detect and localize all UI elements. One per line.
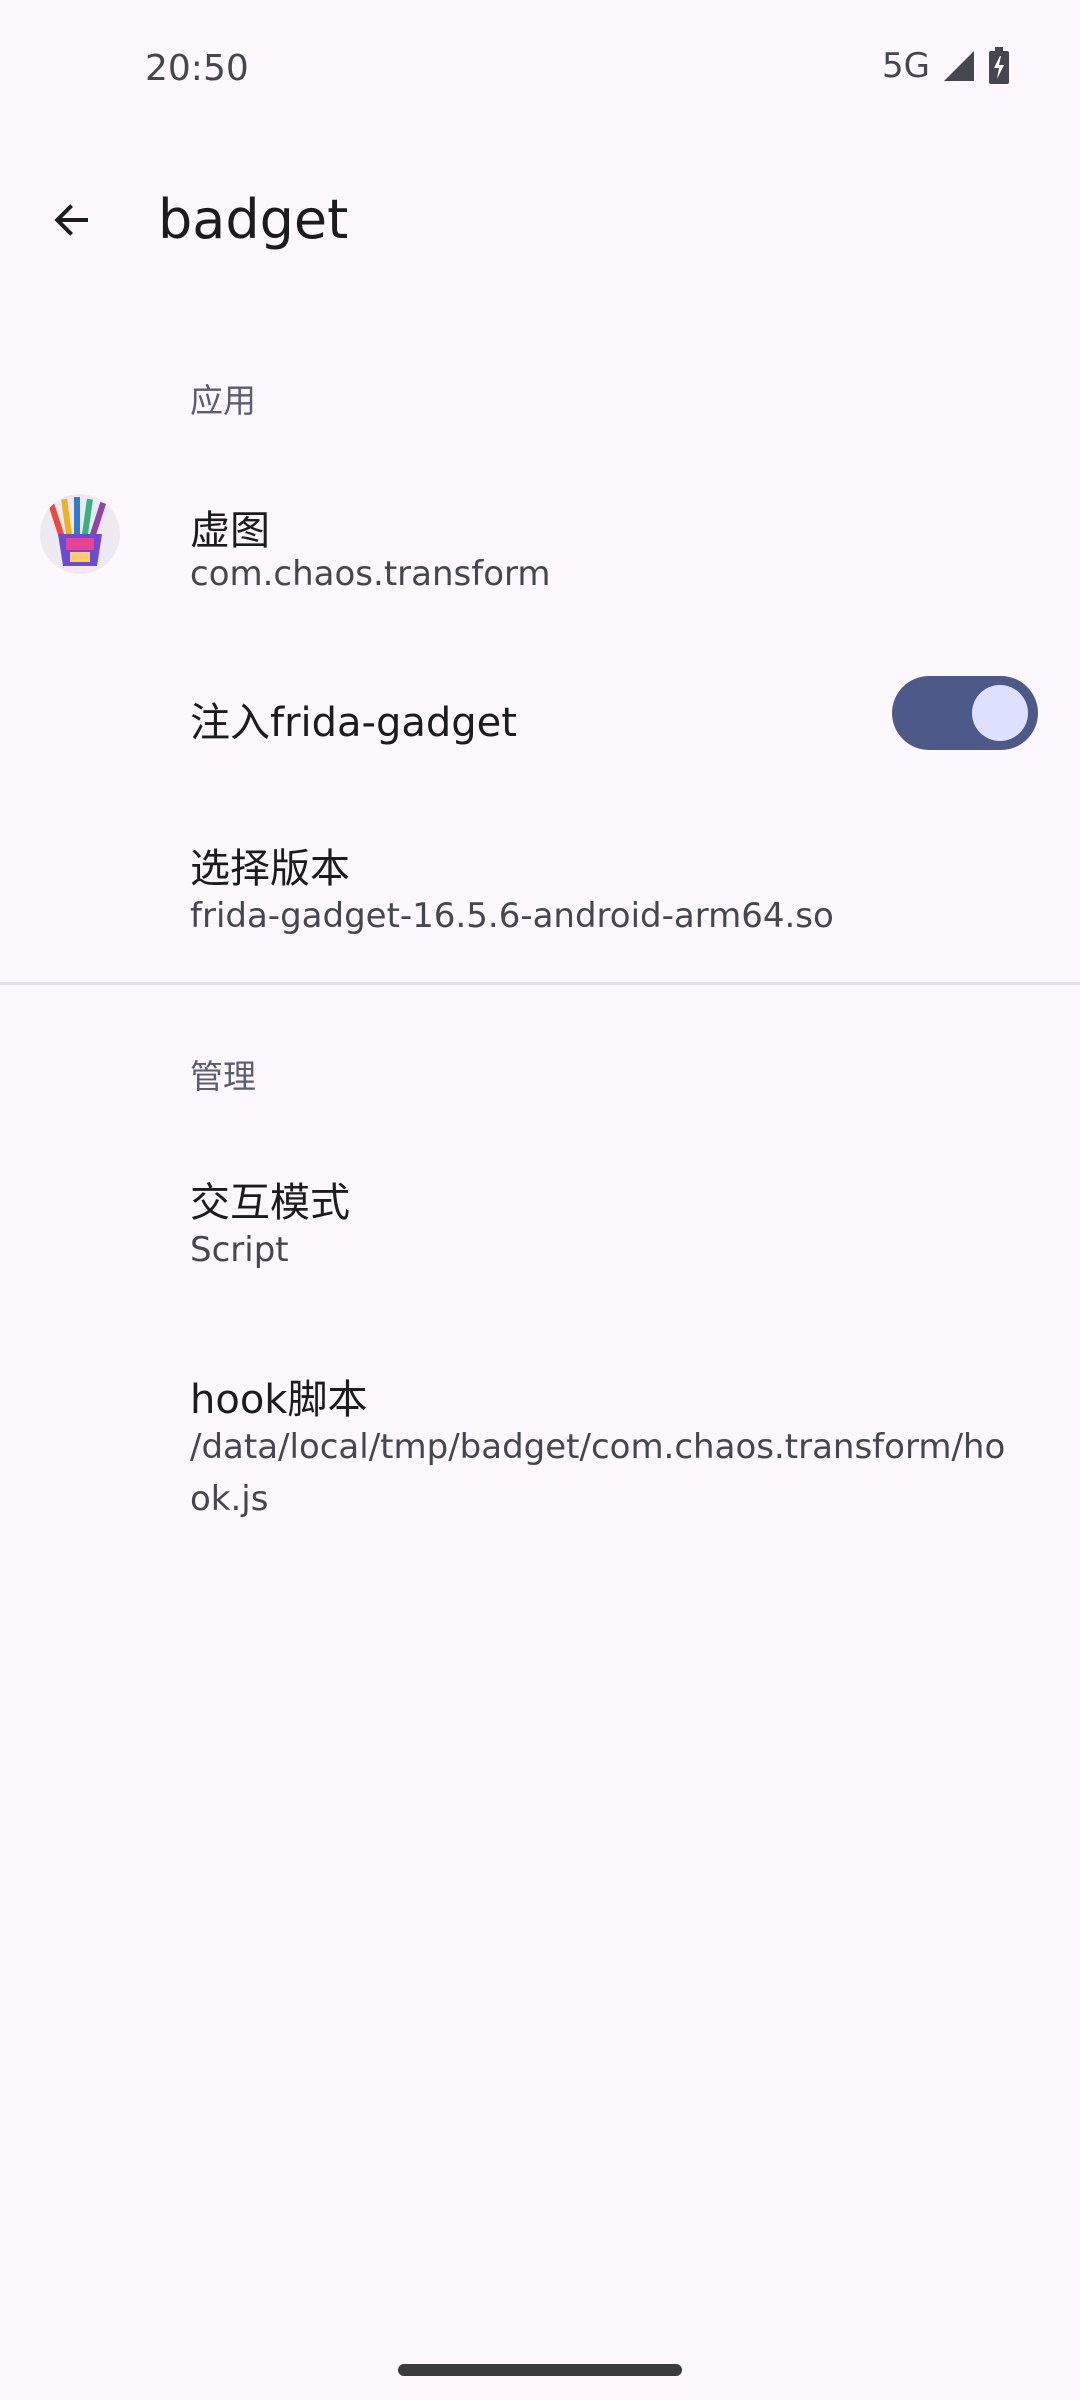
inject-frida-gadget-label: 注入frida-gadget — [190, 700, 517, 746]
arrow-back-icon — [48, 196, 96, 248]
status-indicators: 5G — [882, 46, 1010, 86]
select-version-value: frida-gadget-16.5.6-android-arm64.so — [190, 896, 834, 936]
home-indicator[interactable] — [398, 2364, 682, 2376]
app-icon — [40, 494, 120, 574]
back-button[interactable] — [30, 180, 114, 264]
interaction-mode-label: 交互模式 — [190, 1180, 350, 1226]
section-divider — [0, 982, 1080, 985]
top-app-bar: badget — [0, 160, 1080, 280]
hook-script-path: /data/local/tmp/badget/com.chaos.transfo… — [190, 1427, 1006, 1519]
select-version-item[interactable]: 选择版本 frida-gadget-16.5.6-android-arm64.s… — [0, 810, 1080, 960]
cellular-signal-icon — [942, 49, 976, 83]
inject-frida-gadget-switch[interactable] — [892, 676, 1038, 750]
select-version-label: 选择版本 — [190, 846, 350, 892]
app-package-name: com.chaos.transform — [190, 554, 551, 594]
section-header-app: 应用 — [190, 381, 256, 420]
app-preference-item[interactable]: 虚图 com.chaos.transform — [0, 470, 1080, 610]
network-type: 5G — [882, 46, 930, 86]
status-time: 20:50 — [145, 48, 249, 89]
battery-charging-icon — [988, 47, 1010, 85]
hook-script-label: hook脚本 — [190, 1377, 368, 1423]
switch-thumb — [972, 685, 1028, 741]
page-title: badget — [158, 188, 349, 251]
hook-script-item[interactable]: hook脚本 /data/local/tmp/badget/com.chaos.… — [0, 1345, 1080, 1545]
section-header-manage: 管理 — [190, 1057, 256, 1096]
interaction-mode-value: Script — [190, 1230, 289, 1270]
status-bar: 20:50 5G — [0, 0, 1080, 140]
interaction-mode-item[interactable]: 交互模式 Script — [0, 1150, 1080, 1300]
